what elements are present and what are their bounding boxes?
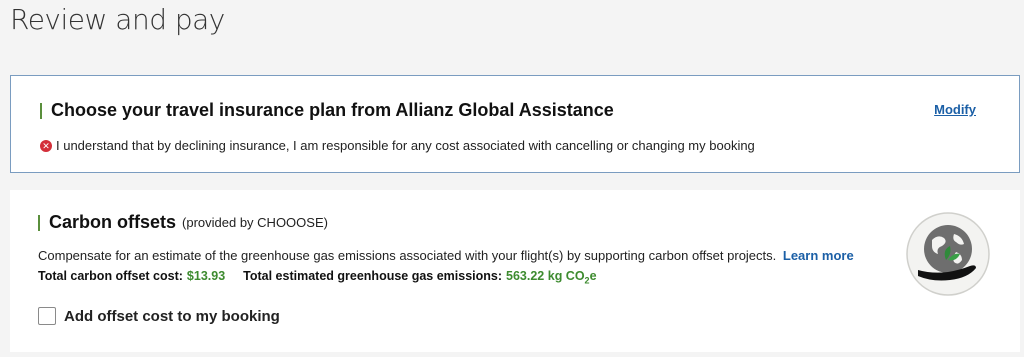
emissions-value: 563.22 kg CO2e	[506, 269, 597, 286]
carbon-provider-note: (provided by CHOOOSE)	[182, 215, 328, 230]
carbon-title: Carbon offsets	[49, 212, 177, 232]
insurance-card: Choose your travel insurance plan from A…	[10, 75, 1020, 173]
carbon-description: Compensate for an estimate of the greenh…	[38, 248, 777, 263]
total-cost: Total carbon offset cost: $13.93	[38, 269, 225, 286]
total-cost-label: Total carbon offset cost:	[38, 269, 183, 283]
carbon-header: Carbon offsets (provided by CHOOOSE)	[38, 212, 328, 233]
insurance-title: Choose your travel insurance plan from A…	[51, 100, 614, 120]
emissions-value-suffix: e	[589, 269, 597, 283]
total-cost-value: $13.93	[186, 269, 226, 283]
globe-hand-icon	[906, 212, 990, 296]
add-offset-checkbox[interactable]	[38, 307, 56, 325]
carbon-description-line: Compensate for an estimate of the greenh…	[38, 248, 854, 263]
insurance-decline-notice: ✕ I understand that by declining insuran…	[40, 138, 755, 153]
learn-more-link[interactable]: Learn more	[783, 248, 854, 263]
emissions-value-main: 563.22 kg CO	[506, 269, 585, 283]
carbon-offsets-card: Carbon offsets (provided by CHOOOSE) Com…	[10, 190, 1020, 352]
decline-text: I understand that by declining insurance…	[56, 138, 755, 153]
accent-bar	[38, 214, 40, 231]
modify-link[interactable]: Modify	[934, 102, 976, 117]
insurance-header: Choose your travel insurance plan from A…	[40, 100, 614, 121]
add-offset-option[interactable]: Add offset cost to my booking	[38, 307, 280, 325]
error-circle-icon: ✕	[40, 139, 52, 152]
total-emissions: Total estimated greenhouse gas emissions…	[243, 269, 596, 286]
carbon-totals: Total carbon offset cost: $13.93 Total es…	[38, 269, 597, 286]
page-title: Review and pay	[10, 3, 225, 36]
add-offset-label: Add offset cost to my booking	[64, 307, 280, 325]
accent-bar	[40, 102, 42, 119]
emissions-label: Total estimated greenhouse gas emissions…	[243, 269, 503, 283]
